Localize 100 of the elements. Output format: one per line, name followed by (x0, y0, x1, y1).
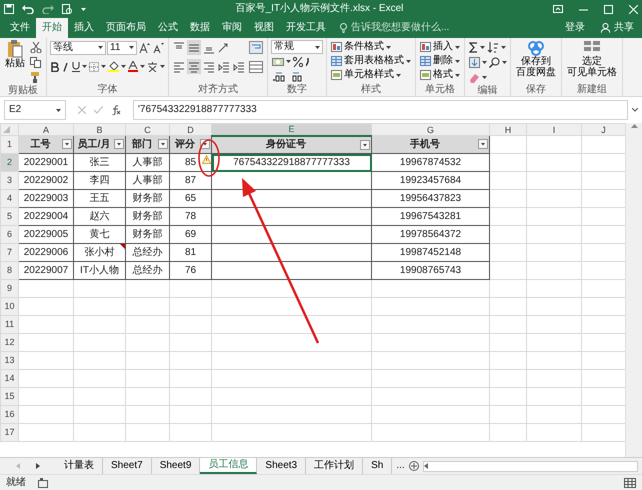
row-header[interactable]: 3 (0, 172, 18, 190)
percent-icon[interactable] (293, 56, 303, 66)
row-header[interactable]: 2 (0, 154, 18, 172)
ribbon-button[interactable]: 选定 可见单元格 (565, 40, 619, 78)
lightbulb-icon[interactable] (340, 23, 347, 33)
expand-formula-icon[interactable] (632, 108, 638, 112)
ribbon-menu-button[interactable]: 套用表格格式 (330, 54, 412, 68)
row-header[interactable]: 8 (0, 262, 18, 280)
format-painter-icon[interactable] (30, 72, 40, 83)
caret-icon[interactable] (502, 61, 507, 64)
row-header[interactable]: 4 (0, 190, 18, 208)
row-header[interactable]: 13 (0, 352, 18, 370)
caret-icon[interactable] (480, 46, 485, 49)
grow-font-icon[interactable] (139, 42, 150, 53)
caret-icon[interactable] (121, 65, 126, 68)
phonetic-guide-icon[interactable] (147, 61, 158, 72)
row-header[interactable]: 5 (0, 208, 18, 226)
paste-button[interactable]: 粘贴 (3, 40, 27, 69)
row-header[interactable]: 1 (0, 136, 18, 154)
copy-icon[interactable] (30, 57, 41, 68)
ribbon-menu-button[interactable]: 插入 (419, 40, 461, 54)
caret-icon[interactable] (482, 61, 487, 64)
row-header[interactable]: 15 (0, 388, 18, 406)
filter-dropdown-icon[interactable] (478, 139, 488, 149)
column-header[interactable]: H (490, 124, 526, 136)
login-link[interactable]: 登录 (565, 22, 585, 34)
formula-field[interactable]: '767543322918877777333 (133, 100, 628, 120)
person-icon[interactable] (601, 23, 610, 33)
print-preview-icon[interactable] (62, 4, 73, 14)
font-size-field[interactable]: 11 (107, 40, 137, 54)
font-name-field[interactable]: 等线 (50, 40, 106, 54)
comma-style-icon[interactable] (306, 58, 310, 66)
ribbon-tab[interactable]: 视图 (248, 18, 280, 38)
row-header[interactable]: 12 (0, 334, 18, 352)
underline-icon[interactable] (72, 61, 80, 72)
column-header[interactable]: D (170, 124, 212, 136)
ribbon-tab[interactable]: 开发工具 (280, 18, 332, 38)
ribbon-menu-button[interactable]: 格式 (419, 68, 461, 82)
more-sheets-button[interactable]: ... (392, 460, 409, 472)
insert-function-icon[interactable] (111, 105, 121, 115)
filter-dropdown-icon[interactable] (360, 140, 370, 150)
increase-decimal-icon[interactable] (272, 72, 286, 82)
ribbon-tab[interactable]: 审阅 (216, 18, 248, 38)
row-header[interactable]: 17 (0, 424, 18, 442)
customize-caret-icon[interactable] (81, 8, 86, 10)
column-header[interactable]: I (526, 124, 582, 136)
caret-icon[interactable] (101, 65, 106, 68)
row-header[interactable]: 9 (0, 280, 18, 298)
sum-icon[interactable] (469, 42, 478, 53)
search-icon[interactable] (489, 57, 500, 68)
caret-icon[interactable] (455, 74, 460, 76)
ribbon-button[interactable]: 保存到 百度网盘 (514, 40, 558, 78)
caret-icon[interactable] (98, 46, 103, 49)
caret-icon[interactable] (396, 74, 401, 76)
align-center-icon[interactable] (188, 60, 200, 72)
text-orientation-icon[interactable] (218, 42, 230, 54)
middle-align-icon[interactable] (188, 42, 200, 54)
name-box[interactable]: E2 (4, 100, 66, 120)
ribbon-tab[interactable]: 公式 (152, 18, 184, 38)
column-header[interactable]: C (126, 124, 170, 136)
scroll-left-icon[interactable] (424, 463, 428, 469)
column-header[interactable]: J (582, 124, 626, 136)
caret-icon[interactable] (455, 46, 460, 48)
column-header[interactable]: B (74, 124, 126, 136)
maximize-icon[interactable] (604, 4, 613, 14)
decrease-indent-icon[interactable] (218, 60, 230, 72)
ribbon-tab[interactable]: 开始 (36, 18, 68, 38)
caret-icon[interactable] (501, 46, 506, 49)
macro-record-icon[interactable] (38, 478, 48, 488)
row-header[interactable]: 6 (0, 226, 18, 244)
ribbon-display-icon[interactable] (553, 5, 563, 13)
sheet-tab[interactable]: 员工信息 (200, 458, 258, 474)
filter-dropdown-icon[interactable] (62, 139, 72, 149)
merge-cells-icon[interactable] (249, 60, 263, 72)
normal-view-icon[interactable] (624, 478, 636, 488)
tell-me-search[interactable]: 告诉我您想要做什么... (351, 22, 450, 34)
row-header[interactable]: 16 (0, 406, 18, 424)
caret-icon[interactable] (140, 65, 145, 68)
align-right-icon[interactable] (203, 60, 215, 72)
row-header[interactable]: 11 (0, 316, 18, 334)
ribbon-menu-button[interactable]: 条件格式 (330, 40, 412, 54)
ribbon-tab[interactable]: 插入 (68, 18, 100, 38)
error-warning-icon[interactable] (202, 155, 211, 164)
horizontal-scrollbar[interactable] (422, 460, 638, 472)
align-left-icon[interactable] (173, 60, 185, 72)
fill-icon[interactable] (469, 57, 480, 68)
caret-icon[interactable] (56, 108, 61, 112)
ribbon-menu-button[interactable]: 单元格样式 (330, 68, 412, 82)
undo-icon[interactable] (22, 4, 34, 14)
share-button[interactable]: 共享 (614, 22, 634, 34)
column-header[interactable]: G (372, 124, 490, 136)
caret-icon[interactable] (82, 65, 87, 68)
number-format-field[interactable]: 常规 (271, 40, 323, 54)
bold-icon[interactable] (51, 62, 59, 72)
column-header[interactable]: A (18, 124, 74, 136)
row-header[interactable]: 10 (0, 298, 18, 316)
ribbon-menu-button[interactable]: 删除 (419, 54, 461, 68)
caret-icon[interactable] (129, 46, 134, 49)
filter-dropdown-icon[interactable] (158, 139, 168, 149)
caret-icon[interactable] (286, 60, 291, 63)
